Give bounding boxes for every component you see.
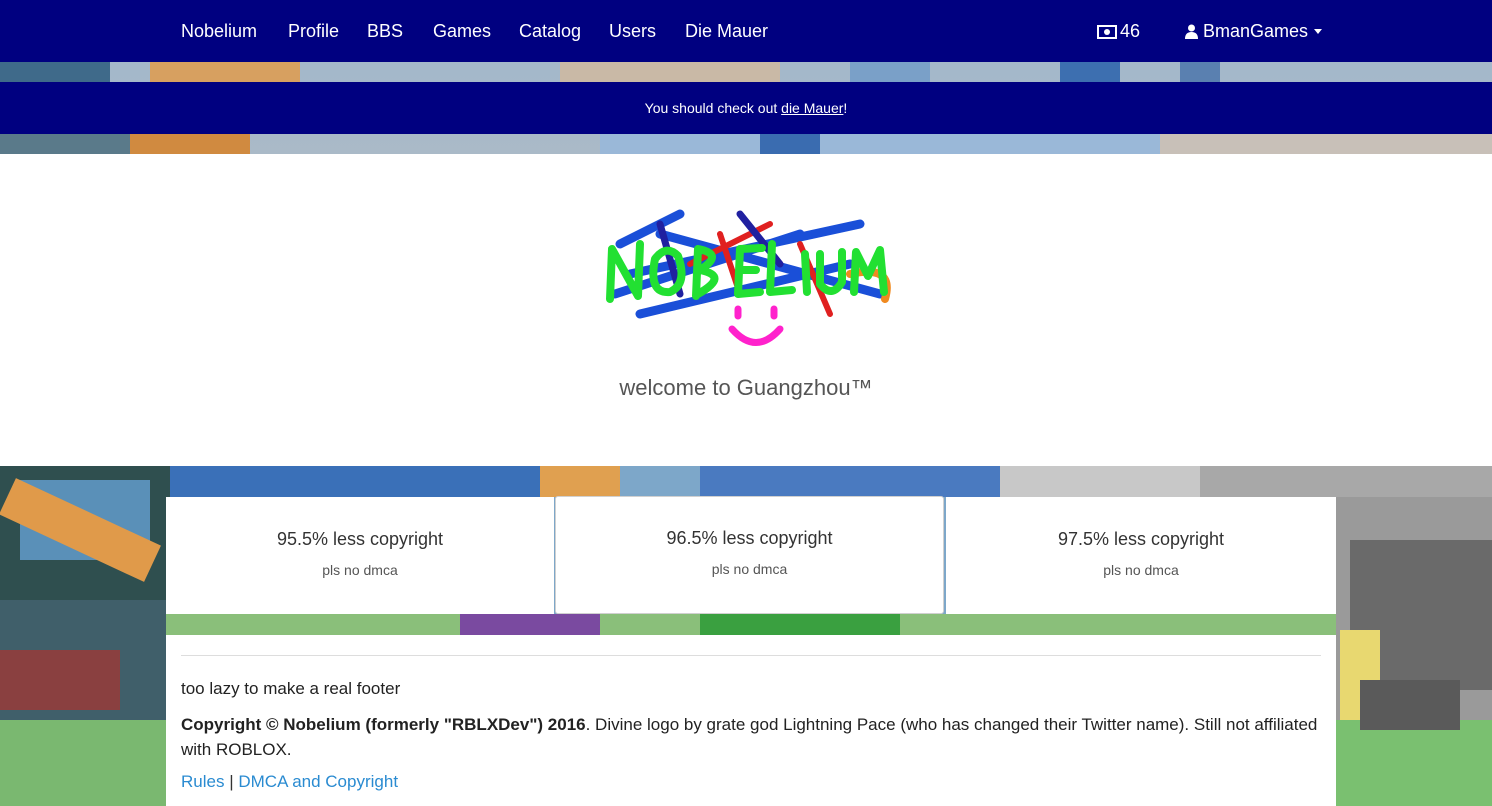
- nav-link-bbs[interactable]: BBS: [367, 20, 403, 42]
- currency-balance[interactable]: 46: [1097, 20, 1140, 42]
- feature-title: 95.5% less copyright: [276, 529, 444, 549]
- money-icon: [1097, 21, 1120, 41]
- nobelium-logo: [606, 209, 891, 346]
- dmca-link[interactable]: DMCA and Copyright: [238, 772, 398, 791]
- nav-brand-nobelium[interactable]: Nobelium: [181, 20, 257, 42]
- rules-link[interactable]: Rules: [181, 772, 224, 791]
- feature-subtitle: pls no dmca: [322, 562, 398, 578]
- notice-suffix: !: [843, 100, 848, 116]
- feature-title: 96.5% less copyright: [666, 528, 833, 548]
- nav-link-users[interactable]: Users: [609, 20, 656, 42]
- feature-subtitle: pls no dmca: [1103, 562, 1179, 578]
- currency-amount: 46: [1120, 21, 1141, 41]
- nav-link-die-mauer[interactable]: Die Mauer: [685, 20, 768, 42]
- notice-link-die-mauer[interactable]: die Mauer: [781, 100, 843, 116]
- page-footer: too lazy to make a real footer Copyright…: [166, 635, 1336, 806]
- chevron-down-icon: [1314, 29, 1323, 34]
- welcome-heading: welcome to Guangzhou™: [619, 375, 873, 400]
- copyright-text: Copyright © Nobelium (formerly "RBLXDev"…: [181, 712, 1321, 762]
- feature-box-3: 97.5% less copyright pls no dmca: [946, 497, 1336, 614]
- footer-links: Rules | DMCA and Copyright: [181, 772, 398, 792]
- footer-divider: [181, 655, 1321, 656]
- nav-link-profile[interactable]: Profile: [288, 20, 339, 42]
- nav-link-catalog[interactable]: Catalog: [519, 20, 581, 42]
- top-navbar: Nobelium Profile BBS Games Catalog Users…: [0, 0, 1492, 62]
- announcement-bar: You should check out die Mauer!: [0, 82, 1492, 134]
- notice-prefix: You should check out: [644, 100, 782, 116]
- nav-link-games[interactable]: Games: [433, 20, 491, 42]
- user-menu-dropdown[interactable]: BmanGames: [1185, 20, 1323, 42]
- copyright-bold: Copyright © Nobelium (formerly "RBLXDev"…: [181, 715, 586, 734]
- username-label: BmanGames: [1203, 21, 1309, 41]
- feature-title: 97.5% less copyright: [1057, 529, 1225, 549]
- feature-box-2: 96.5% less copyright pls no dmca: [555, 496, 944, 614]
- user-icon: [1185, 21, 1203, 41]
- footer-note: too lazy to make a real footer: [181, 679, 401, 698]
- feature-subtitle: pls no dmca: [711, 561, 788, 577]
- jumbotron: welcome to Guangzhou™: [0, 154, 1492, 466]
- feature-box-1: 95.5% less copyright pls no dmca: [166, 497, 554, 614]
- link-separator: |: [229, 772, 234, 791]
